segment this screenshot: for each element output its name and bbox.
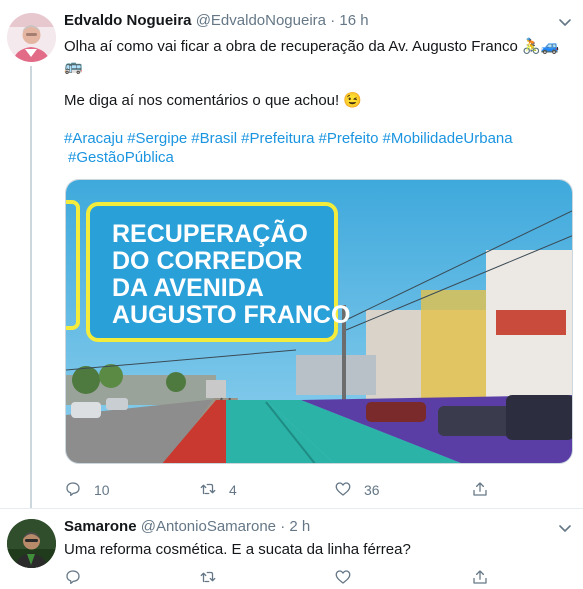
- avatar-image: [7, 519, 56, 568]
- share-button[interactable]: [471, 480, 489, 500]
- reply-count: 10: [94, 482, 110, 498]
- author-name[interactable]: Samarone: [64, 518, 137, 535]
- chevron-down-icon[interactable]: [557, 520, 573, 536]
- separator: ·: [330, 12, 336, 29]
- author-handle[interactable]: @AntonioSamarone: [141, 518, 276, 535]
- tweet-text-line: Olha aí como vai ficar a obra de recuper…: [64, 38, 560, 55]
- hashtag-link[interactable]: #Sergipe: [127, 130, 187, 147]
- media-title-line: DO CORREDOR: [112, 247, 302, 275]
- tweet-actions: 10 4 36: [64, 480, 524, 500]
- like-icon: [334, 480, 352, 501]
- tweet-time[interactable]: 2 h: [289, 518, 310, 535]
- separator: ·: [280, 518, 286, 535]
- hashtag-link[interactable]: #Prefeitura: [241, 130, 314, 147]
- retweet-icon: [199, 568, 217, 589]
- reply-icon: [64, 568, 82, 589]
- like-count: 36: [364, 482, 380, 498]
- tweet[interactable]: Edvaldo Nogueira @EdvaldoNogueira · 16 h…: [0, 0, 583, 509]
- reply-button[interactable]: [64, 568, 82, 588]
- hashtag-list: #GestãoPública: [68, 148, 571, 168]
- avatar-image: [7, 13, 56, 62]
- retweet-button[interactable]: [199, 568, 217, 588]
- media-title-line: DA AVENIDA: [112, 274, 264, 302]
- hashtag-link[interactable]: #MobilidadeUrbana: [383, 130, 513, 147]
- tweet-header: Samarone @AntonioSamarone · 2 h: [64, 517, 310, 537]
- tweet-time[interactable]: 16 h: [339, 12, 368, 29]
- tweet-header: Edvaldo Nogueira @EdvaldoNogueira · 16 h: [64, 11, 369, 31]
- avatar[interactable]: [7, 13, 56, 62]
- author-handle[interactable]: @EdvaldoNogueira: [196, 12, 326, 29]
- share-button[interactable]: [471, 568, 489, 588]
- share-icon: [471, 480, 489, 501]
- tweet-text-line: 🚌: [64, 58, 83, 75]
- hashtag-link[interactable]: #GestãoPública: [68, 149, 174, 166]
- tweet-text-line: Me diga aí nos comentários o que achou! …: [64, 92, 363, 109]
- media-title-line: RECUPERAÇÃO: [112, 218, 308, 248]
- share-icon: [471, 568, 489, 589]
- retweet-count: 4: [229, 482, 237, 498]
- author-name[interactable]: Edvaldo Nogueira: [64, 12, 192, 29]
- tweet-media-image[interactable]: RECUPERAÇÃO DO CORREDOR DA AVENIDA AUGUS…: [65, 179, 573, 464]
- retweet-button[interactable]: 4: [199, 480, 237, 500]
- reply-button[interactable]: 10: [64, 480, 110, 500]
- chevron-down-icon[interactable]: [557, 14, 573, 30]
- thread-line: [30, 66, 32, 508]
- hashtag-link[interactable]: #Prefeito: [318, 130, 378, 147]
- retweet-icon: [199, 480, 217, 501]
- media-title-line: AUGUSTO FRANCO: [112, 301, 350, 329]
- media-illustration: RECUPERAÇÃO DO CORREDOR DA AVENIDA AUGUS…: [66, 180, 572, 463]
- hashtag-link[interactable]: #Aracaju: [64, 130, 123, 147]
- reply-icon: [64, 480, 82, 501]
- like-button[interactable]: 36: [334, 480, 380, 500]
- like-icon: [334, 568, 352, 589]
- like-button[interactable]: [334, 568, 352, 588]
- hashtag-link[interactable]: #Brasil: [191, 130, 237, 147]
- tweet[interactable]: Samarone @AntonioSamarone · 2 h Uma refo…: [0, 509, 583, 584]
- tweet-text-line: Uma reforma cosmética. E a sucata da lin…: [64, 541, 411, 558]
- tweet-actions: [64, 568, 524, 588]
- avatar[interactable]: [7, 519, 56, 568]
- hashtag-list: #Aracaju #Sergipe #Brasil #Prefeitura #Prefe…: [64, 129, 571, 149]
